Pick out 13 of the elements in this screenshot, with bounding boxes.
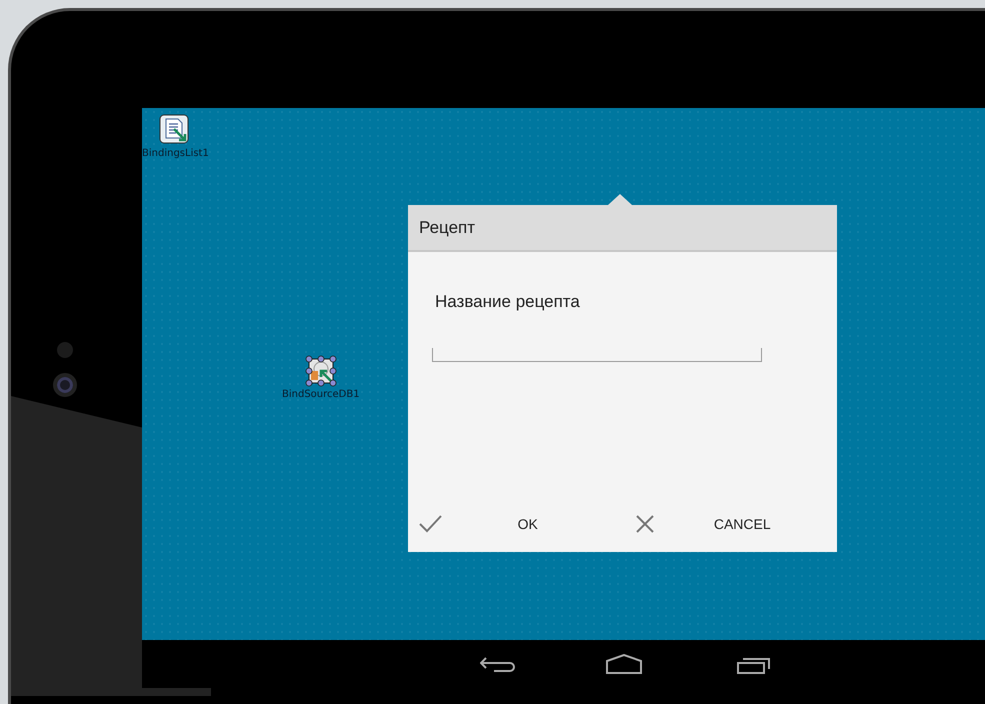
component-label: BindSourceDB1 bbox=[282, 388, 360, 402]
camera-icon bbox=[53, 373, 77, 397]
cancel-button[interactable]: CANCEL bbox=[622, 496, 837, 552]
ok-button[interactable]: OK bbox=[408, 496, 622, 552]
input-field[interactable] bbox=[432, 348, 762, 362]
sensor-icon bbox=[57, 342, 73, 358]
back-icon[interactable] bbox=[480, 656, 516, 674]
dialog-title: Рецепт bbox=[419, 216, 476, 239]
home-icon[interactable] bbox=[606, 654, 642, 674]
component-label: BindingsList1 bbox=[142, 147, 209, 161]
field-label: Название рецепта bbox=[435, 291, 580, 313]
component-icon[interactable] bbox=[304, 355, 337, 387]
component-icon[interactable] bbox=[159, 114, 192, 146]
